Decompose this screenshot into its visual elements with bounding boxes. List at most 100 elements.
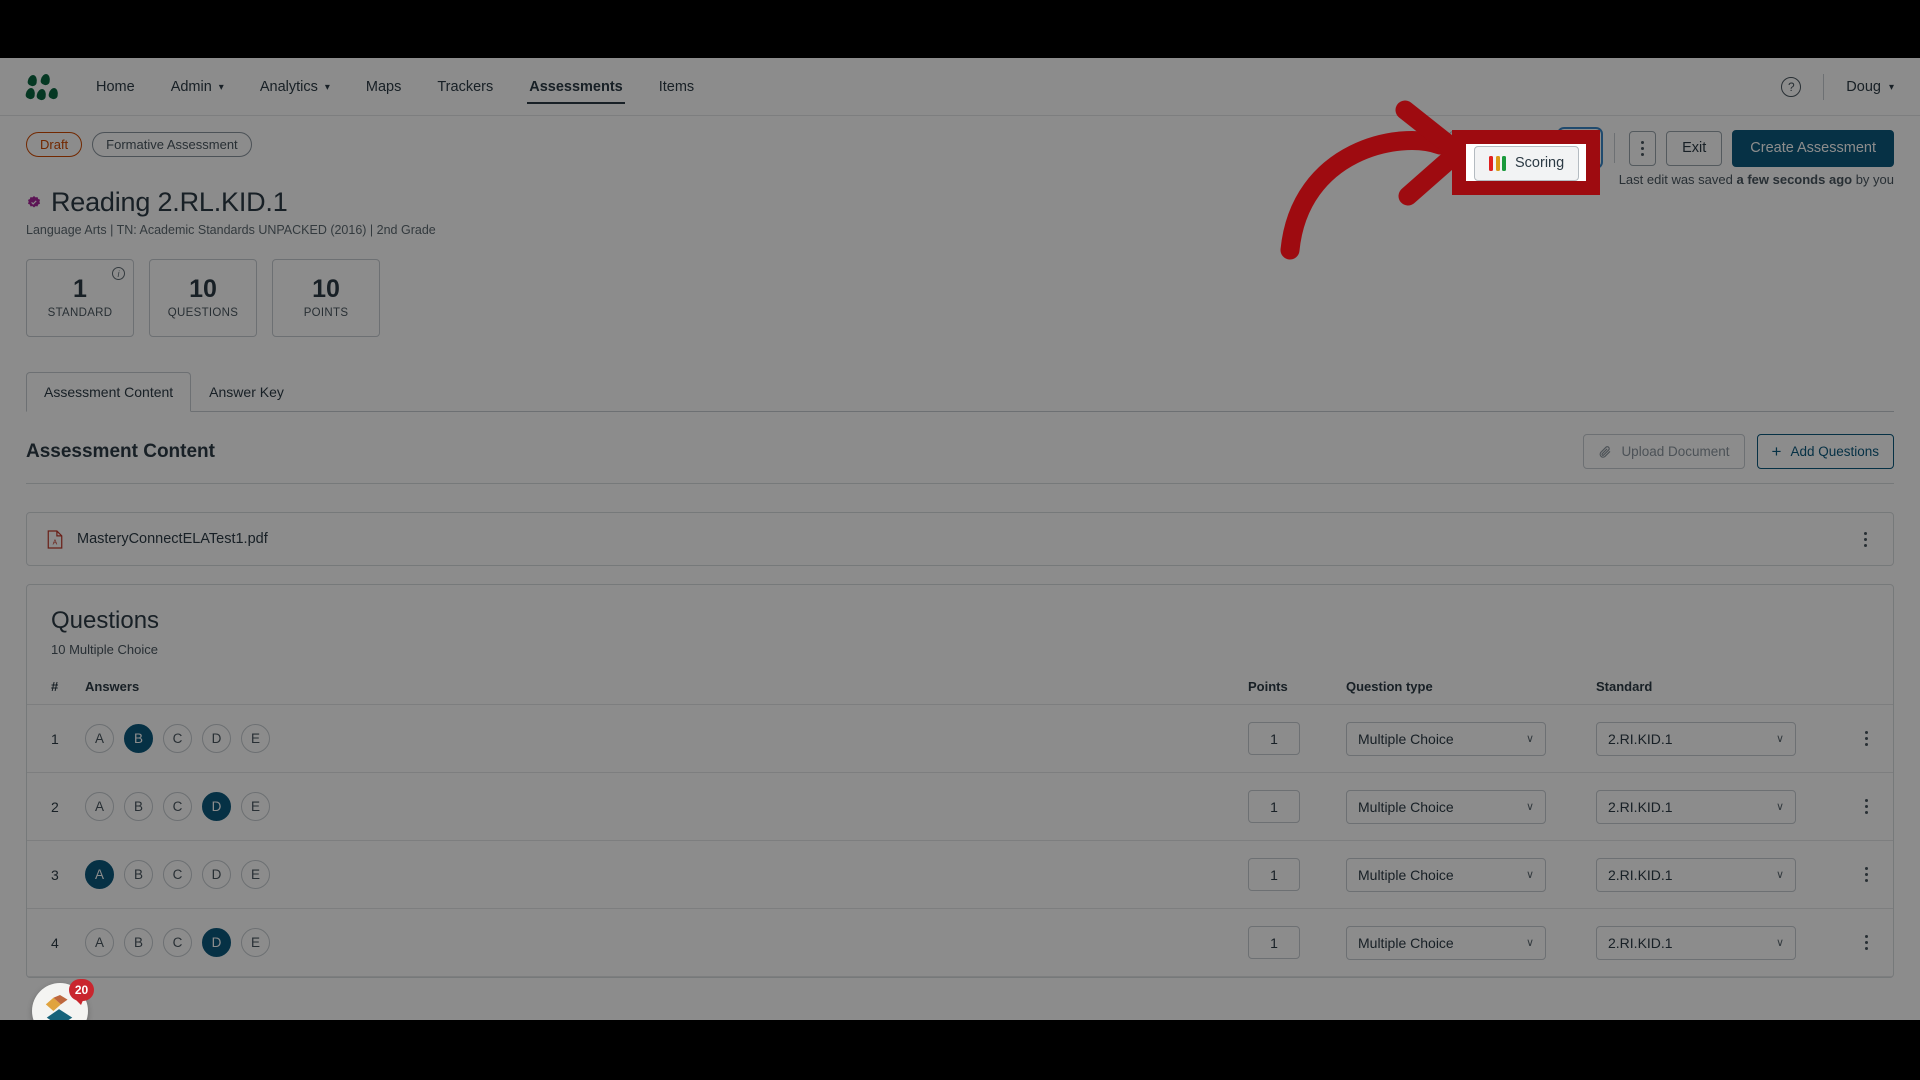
answer-choice-c[interactable]: C: [163, 724, 192, 753]
nav-item-analytics[interactable]: Analytics ▾: [246, 61, 344, 112]
answer-choice-d[interactable]: D: [202, 792, 231, 821]
resource-center-widget[interactable]: 20: [32, 979, 94, 1020]
upload-document-button[interactable]: Upload Document: [1583, 434, 1745, 469]
document-file-name: MasteryConnectELATest1.pdf: [77, 531, 268, 547]
points-input[interactable]: 1: [1248, 858, 1300, 891]
row-standard-cell: 2.RI.KID.1 ∨: [1584, 908, 1839, 977]
paperclip-icon: [1600, 445, 1611, 458]
top-navigation-bar: Home Admin ▾ Analytics ▾ Maps Trackers A…: [0, 58, 1920, 116]
standard-value: 2.RI.KID.1: [1608, 934, 1673, 951]
row-number: 2: [27, 772, 73, 841]
document-menu-button[interactable]: [1858, 526, 1873, 553]
nav-item-assessments[interactable]: Assessments: [515, 61, 637, 112]
answer-choice-a[interactable]: A: [85, 724, 114, 753]
standard-select[interactable]: 2.RI.KID.1 ∨: [1596, 857, 1796, 892]
nav-item-items[interactable]: Items: [645, 61, 708, 112]
tab-answer-key[interactable]: Answer Key: [191, 372, 302, 412]
app-viewport: Home Admin ▾ Analytics ▾ Maps Trackers A…: [0, 58, 1920, 1020]
chevron-down-icon: ∨: [1775, 937, 1784, 949]
answer-choice-b[interactable]: B: [124, 860, 153, 889]
answer-choice-e[interactable]: E: [241, 724, 270, 753]
user-menu[interactable]: Doug ▾: [1846, 79, 1894, 95]
scoring-button-copy[interactable]: Scoring: [1474, 146, 1580, 181]
tab-assessment-content[interactable]: Assessment Content: [26, 372, 192, 412]
answer-choice-e[interactable]: E: [241, 792, 270, 821]
page-title: Reading 2.RL.KID.1: [51, 187, 288, 217]
more-options-button[interactable]: [1629, 130, 1657, 166]
answer-choice-c[interactable]: C: [163, 792, 192, 821]
create-assessment-button[interactable]: Create Assessment: [1732, 130, 1894, 167]
action-divider: [1614, 133, 1616, 164]
nav-item-admin[interactable]: Admin ▾: [157, 61, 238, 112]
nav-label: Maps: [365, 79, 402, 95]
row-answer-choices: ABCDE: [73, 908, 1248, 977]
exit-button[interactable]: Exit: [1666, 131, 1723, 166]
answer-choice-c[interactable]: C: [163, 928, 192, 957]
row-menu-button[interactable]: [1839, 840, 1893, 909]
question-type-value: Multiple Choice: [1358, 730, 1454, 747]
row-question-type-cell: Multiple Choice ∨: [1334, 908, 1584, 977]
answer-choice-a[interactable]: A: [85, 860, 114, 889]
points-input[interactable]: 1: [1248, 790, 1300, 823]
row-number: 3: [27, 840, 73, 909]
points-input[interactable]: 1: [1248, 722, 1300, 755]
standard-select[interactable]: 2.RI.KID.1 ∨: [1596, 925, 1796, 960]
row-menu-button[interactable]: [1839, 772, 1893, 841]
pdf-file-icon: A: [47, 529, 63, 549]
answer-choice-d[interactable]: D: [202, 860, 231, 889]
answer-choice-e[interactable]: E: [241, 928, 270, 957]
chevron-down-icon: ∨: [1775, 733, 1784, 745]
kebab-menu-icon: [1641, 140, 1645, 156]
attached-document-row[interactable]: A MasteryConnectELATest1.pdf: [26, 512, 1894, 566]
col-number: #: [27, 669, 73, 705]
question-mark-circle-icon[interactable]: ?: [1781, 76, 1802, 97]
row-menu-button[interactable]: [1839, 704, 1893, 773]
answer-choice-b[interactable]: B: [124, 928, 153, 957]
nav-divider: [1823, 73, 1825, 100]
standard-select[interactable]: 2.RI.KID.1 ∨: [1596, 789, 1796, 824]
answer-choice-d[interactable]: D: [202, 724, 231, 753]
chevron-down-icon: ∨: [1525, 937, 1534, 949]
question-type-select[interactable]: Multiple Choice ∨: [1346, 857, 1546, 892]
answer-choice-a[interactable]: A: [85, 928, 114, 957]
add-questions-button[interactable]: + Add Questions: [1756, 434, 1894, 469]
stat-value: 1: [73, 275, 87, 303]
col-standard: Standard: [1584, 669, 1839, 705]
answer-choice-a[interactable]: A: [85, 792, 114, 821]
question-type-select[interactable]: Multiple Choice ∨: [1346, 789, 1546, 824]
masteryconnect-dots-logo-icon[interactable]: [24, 72, 60, 101]
nav-right-group: ? Doug ▾: [1781, 73, 1894, 100]
answer-choice-b[interactable]: B: [124, 792, 153, 821]
answer-choice-c[interactable]: C: [163, 860, 192, 889]
nav-item-home[interactable]: Home: [82, 61, 149, 112]
table-row: 3 A B C D E 1 Multiple Choice ∨ 2.RI.KID.1 ∨: [27, 840, 1893, 909]
stat-label: QUESTIONS: [167, 307, 239, 319]
saved-suffix: by you: [1852, 172, 1894, 187]
answer-choice-d[interactable]: D: [202, 928, 231, 957]
row-standard-cell: 2.RI.KID.1 ∨: [1584, 704, 1839, 773]
nav-item-trackers[interactable]: Trackers: [423, 61, 507, 112]
standard-select[interactable]: 2.RI.KID.1 ∨: [1596, 721, 1796, 756]
add-label: Add Questions: [1790, 443, 1879, 459]
plus-icon: +: [1771, 442, 1782, 461]
content-tabs: Assessment Content Answer Key: [26, 371, 1894, 412]
chevron-down-icon: ∨: [1525, 869, 1534, 881]
questions-subheading: 10 Multiple Choice: [51, 642, 158, 657]
scoring-button-highlighted[interactable]: Scoring: [1474, 146, 1580, 181]
answer-choice-b[interactable]: B: [124, 724, 153, 753]
nav-item-maps[interactable]: Maps: [352, 61, 415, 112]
question-type-select[interactable]: Multiple Choice ∨: [1346, 721, 1546, 756]
nav-label: Home: [96, 79, 135, 95]
questions-panel: Questions 10 Multiple Choice # Answers P…: [26, 584, 1894, 978]
info-circle-icon[interactable]: i: [112, 267, 125, 280]
question-type-select[interactable]: Multiple Choice ∨: [1346, 925, 1546, 960]
col-type: Question type: [1334, 669, 1584, 705]
kebab-menu-icon: [1839, 799, 1893, 814]
points-input[interactable]: 1: [1248, 926, 1300, 959]
row-points-cell: 1: [1248, 772, 1334, 841]
assessment-header: Draft Formative Assessment Reading 2.RL.…: [0, 116, 1920, 237]
row-menu-button[interactable]: [1839, 908, 1893, 977]
chevron-down-icon: ▾: [324, 82, 330, 93]
chevron-down-icon: ▾: [1888, 81, 1894, 93]
answer-choice-e[interactable]: E: [241, 860, 270, 889]
